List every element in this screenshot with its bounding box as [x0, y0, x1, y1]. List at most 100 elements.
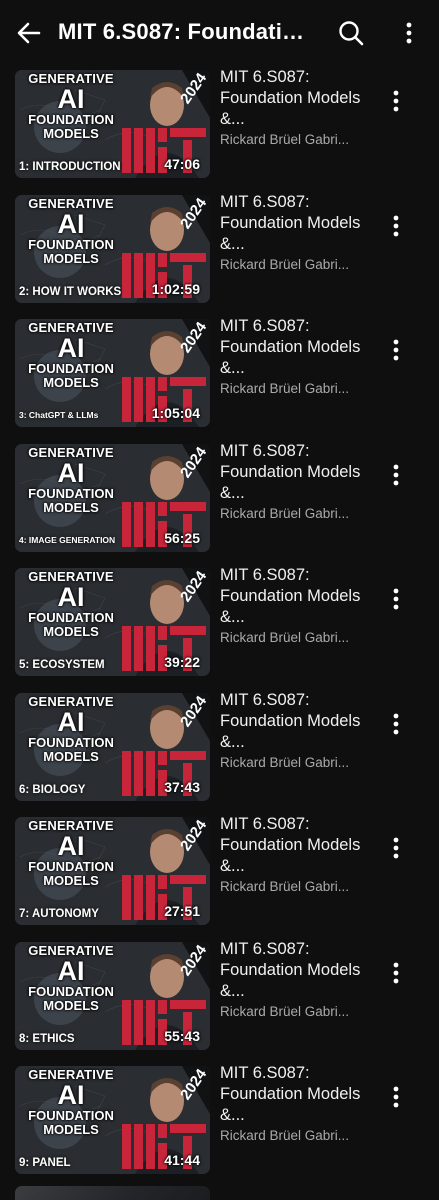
back-button[interactable] [14, 18, 44, 48]
video-list-item[interactable]: GENERATIVE AI FOUNDATION MODELS 2024 9: … [0, 1062, 439, 1187]
video-list-item[interactable]: GENERATIVE AI FOUNDATION MODELS 2024 3: … [0, 315, 439, 440]
video-info: MIT 6.S087: Foundation Models &... Ricka… [220, 814, 385, 894]
thumbnail-line-ai: AI [57, 831, 85, 861]
more-vertical-icon [393, 215, 399, 236]
video-thumbnail[interactable]: GENERATIVE AI FOUNDATION MODELS 2024 8: … [15, 941, 210, 1050]
search-icon [339, 21, 364, 46]
video-author: Rickard Brüel Gabri... [220, 1128, 350, 1143]
video-thumbnail[interactable]: GENERATIVE AI FOUNDATION MODELS 2024 3: … [15, 319, 210, 427]
more-vertical-icon [393, 339, 399, 361]
video-thumbnail[interactable]: GENERATIVE AI FOUNDATION MODELS 2024 6: … [15, 692, 210, 801]
video-list-item[interactable]: GENERATIVE AI FOUNDATION MODELS 2024 1: … [0, 66, 439, 191]
arrow-left-icon [17, 22, 41, 44]
video-list-item[interactable]: GENERATIVE AI FOUNDATION MODELS 2024 5: … [0, 564, 439, 689]
thumbnail-line-ai: AI [57, 1080, 85, 1110]
thumbnail-line-generative: GENERATIVE [28, 195, 114, 211]
video-thumbnail[interactable]: GENERATIVE AI FOUNDATION MODELS 2024 9: … [15, 1066, 210, 1174]
page-title: MIT 6.S087: Foundation Models & Generati… [58, 19, 316, 44]
video-title[interactable]: MIT 6.S087: Foundation Models &... [220, 192, 385, 255]
search-button[interactable] [336, 18, 366, 48]
video-list-item[interactable]: GENERATIVE AI FOUNDATION MODELS 2024 8: … [0, 938, 439, 1063]
thumbnail-line-foundation: FOUNDATION [28, 361, 114, 376]
video-title[interactable]: MIT 6.S087: Foundation Models &... [220, 1063, 385, 1126]
video-title[interactable]: MIT 6.S087: Foundation Models &... [220, 67, 385, 130]
episode-label: 9: PANEL [19, 1157, 71, 1169]
item-more-button[interactable] [383, 958, 409, 988]
video-author: Rickard Brüel Gabri... [220, 630, 350, 645]
video-thumbnail[interactable]: GENERATIVE AI FOUNDATION MODELS 2024 2: … [15, 194, 210, 303]
video-info: MIT 6.S087: Foundation Models &... Ricka… [220, 565, 385, 645]
more-vertical-icon [393, 713, 399, 734]
more-options-button[interactable] [396, 18, 422, 48]
thumbnail-line-foundation: FOUNDATION [28, 983, 114, 999]
episode-label: 4: IMAGE GENERATION [19, 534, 116, 545]
item-more-button[interactable] [383, 1082, 409, 1112]
thumbnail-line-models: MODELS [43, 126, 99, 141]
item-more-button[interactable] [383, 335, 409, 365]
video-info: MIT 6.S087: Foundation Models &... Ricka… [220, 1063, 385, 1143]
video-list-item[interactable]: GENERATIVE AI FOUNDATION MODELS 2024 6: … [0, 689, 439, 814]
video-thumbnail[interactable]: GENERATIVE AI FOUNDATION MODELS 2024 7: … [15, 817, 210, 925]
item-more-button[interactable] [383, 460, 409, 490]
video-title[interactable]: MIT 6.S087: Foundation Models &... [220, 939, 385, 1002]
video-list-item[interactable]: GENERATIVE AI FOUNDATION MODELS 2024 2: … [0, 191, 439, 316]
item-more-button[interactable] [383, 833, 409, 863]
video-info: MIT 6.S087: Foundation Models &... Ricka… [220, 316, 385, 396]
thumbnail-line-models: MODELS [43, 375, 99, 390]
video-author: Rickard Brüel Gabri... [220, 505, 350, 521]
top-app-bar: MIT 6.S087: Foundation Models & Generati… [0, 0, 439, 66]
video-duration: 27:51 [164, 903, 200, 919]
thumbnail-line-ai: AI [57, 84, 85, 114]
thumbnail-line-models: MODELS [43, 873, 99, 888]
video-title[interactable]: MIT 6.S087: Foundation Models &... [220, 565, 385, 628]
video-thumbnail[interactable]: GENERATIVE AI FOUNDATION MODELS 2024 5: … [15, 568, 210, 676]
video-duration: 37:43 [164, 778, 200, 795]
video-thumbnail[interactable]: GENERATIVE AI FOUNDATION MODELS 2024 1: … [15, 70, 210, 178]
video-title[interactable]: MIT 6.S087: Foundation Models &... [220, 316, 385, 379]
episode-label: 2: HOW IT WORKS [19, 285, 122, 298]
thumbnail-line-foundation: FOUNDATION [28, 236, 114, 252]
thumbnail-line-ai: AI [57, 706, 85, 737]
video-duration: 56:25 [164, 529, 200, 546]
video-duration: 1:02:59 [151, 280, 200, 297]
episode-label: 8: ETHICS [19, 1032, 75, 1045]
thumbnail-line-generative: GENERATIVE [28, 693, 114, 709]
episode-label: 6: BIOLOGY [19, 783, 86, 796]
video-list-item[interactable]: GENERATIVE AI FOUNDATION MODELS 2024 4: … [0, 440, 439, 565]
more-vertical-icon [393, 464, 399, 485]
more-vertical-icon [393, 1086, 399, 1108]
video-author: Rickard Brüel Gabri... [220, 1003, 350, 1019]
video-info: MIT 6.S087: Foundation Models &... Ricka… [220, 192, 385, 272]
item-more-button[interactable] [383, 86, 409, 116]
video-info: MIT 6.S087: Foundation Models &... Ricka… [220, 690, 385, 770]
episode-label: 7: AUTONOMY [19, 908, 99, 920]
item-more-button[interactable] [383, 709, 409, 739]
video-list-item[interactable]: GENERATIVE AI FOUNDATION MODELS 2024 7: … [0, 813, 439, 938]
video-author: Rickard Brüel Gabri... [220, 132, 350, 147]
video-info: MIT 6.S087: Foundation Models &... Ricka… [220, 67, 385, 147]
thumbnail-line-ai: AI [57, 333, 85, 363]
video-title[interactable]: MIT 6.S087: Foundation Models &... [220, 814, 385, 877]
thumbnail-line-foundation: FOUNDATION [28, 485, 114, 501]
item-more-button[interactable] [383, 211, 409, 241]
video-author: Rickard Brüel Gabri... [220, 256, 350, 272]
thumbnail-line-foundation: FOUNDATION [28, 734, 114, 750]
video-list: GENERATIVE AI FOUNDATION MODELS 2024 1: … [0, 66, 439, 1187]
video-info: MIT 6.S087: Foundation Models &... Ricka… [220, 939, 385, 1019]
video-thumbnail[interactable] [15, 1186, 210, 1200]
video-title[interactable]: MIT 6.S087: Foundation Models &... [220, 441, 385, 504]
video-duration: 39:22 [164, 654, 200, 670]
video-duration: 41:44 [164, 1152, 200, 1168]
partial-list-item [0, 1186, 439, 1200]
video-title[interactable]: MIT 6.S087: Foundation Models &... [220, 690, 385, 753]
thumbnail-line-models: MODELS [43, 748, 99, 764]
thumbnail-line-foundation: FOUNDATION [28, 610, 114, 625]
more-vertical-icon [406, 22, 412, 44]
thumbnail-line-foundation: FOUNDATION [28, 112, 114, 127]
item-more-button[interactable] [383, 584, 409, 614]
video-author: Rickard Brüel Gabri... [220, 754, 350, 770]
more-vertical-icon [393, 962, 399, 983]
episode-label: 1: INTRODUCTION [19, 161, 121, 173]
video-thumbnail[interactable]: GENERATIVE AI FOUNDATION MODELS 2024 4: … [15, 443, 210, 552]
video-info: MIT 6.S087: Foundation Models &... Ricka… [220, 441, 385, 521]
